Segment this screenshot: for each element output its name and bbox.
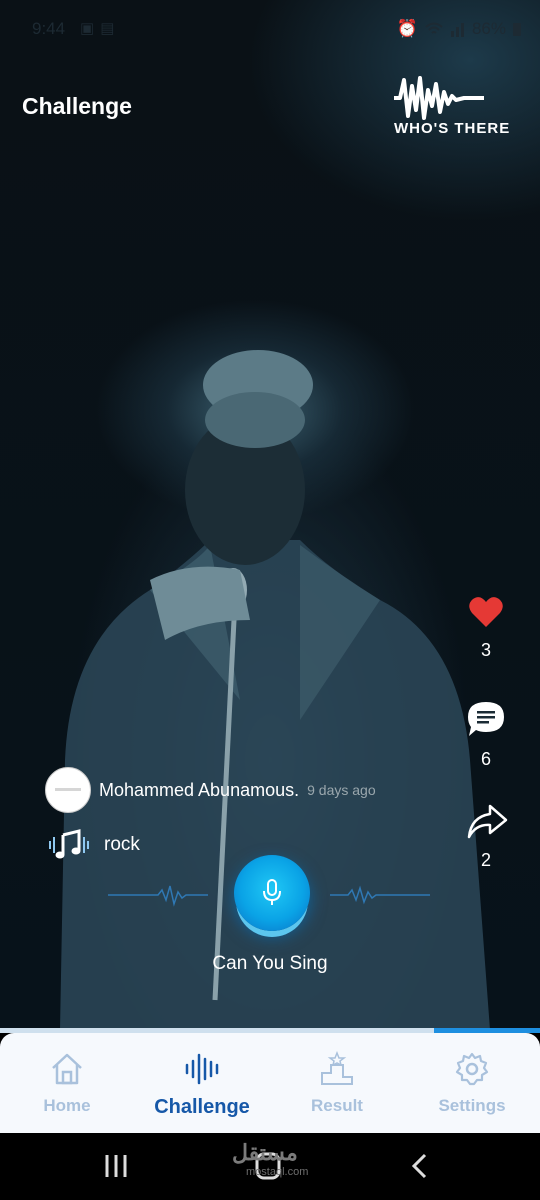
music-note-icon bbox=[49, 829, 89, 859]
podium-icon bbox=[321, 1050, 353, 1085]
record-button[interactable] bbox=[234, 855, 310, 931]
mic-caption: Can You Sing bbox=[212, 953, 328, 974]
nav-challenge-label: Challenge bbox=[154, 1096, 250, 1118]
nav-settings[interactable]: Settings bbox=[412, 1051, 532, 1116]
back-icon[interactable] bbox=[408, 1152, 430, 1180]
page-title: Challenge bbox=[22, 93, 132, 119]
share-icon[interactable] bbox=[466, 803, 508, 839]
share-count: 2 bbox=[480, 850, 491, 870]
soundwave-icon bbox=[185, 1053, 219, 1085]
image-icon: ▣ bbox=[80, 20, 101, 37]
heart-icon[interactable] bbox=[468, 595, 504, 629]
logo-soundwave-icon bbox=[394, 76, 484, 120]
soundwave-right bbox=[330, 885, 430, 905]
comment-count: 6 bbox=[480, 749, 491, 769]
watermark-sub: mostaql.com bbox=[246, 1166, 309, 1178]
author-name[interactable]: Mohammed Abunamous. bbox=[99, 780, 299, 801]
avatar[interactable] bbox=[45, 767, 91, 813]
genre-row: rock bbox=[48, 825, 140, 865]
genre-label: rock bbox=[104, 834, 140, 855]
comment-action[interactable]: 6 bbox=[466, 700, 506, 770]
alarm-icon: ⏰ bbox=[396, 19, 418, 38]
notification-icons: ▣▤ bbox=[80, 19, 120, 37]
battery-icon bbox=[513, 23, 521, 36]
home-icon bbox=[52, 1053, 82, 1085]
recent-apps-icon[interactable] bbox=[103, 1153, 129, 1179]
app-logo: WHO'S THERE bbox=[394, 76, 514, 140]
signal-icon bbox=[450, 23, 464, 37]
microphone-icon bbox=[263, 879, 281, 905]
soundwave-left bbox=[108, 885, 208, 907]
nav-home-label: Home bbox=[43, 1096, 91, 1115]
comment-icon[interactable] bbox=[466, 700, 506, 738]
gmail-icon: ▤ bbox=[100, 20, 121, 37]
status-time: 9:44 bbox=[32, 19, 66, 38]
post-time: 9 days ago bbox=[307, 782, 376, 798]
gear-icon bbox=[455, 1052, 489, 1086]
like-count: 3 bbox=[480, 640, 491, 660]
wifi-icon bbox=[425, 22, 443, 34]
avatar-image bbox=[55, 788, 81, 791]
nav-result[interactable]: Result bbox=[277, 1050, 397, 1116]
nav-result-label: Result bbox=[311, 1096, 363, 1115]
status-right: ⏰ 86% bbox=[397, 19, 522, 39]
nav-settings-label: Settings bbox=[438, 1096, 506, 1115]
logo-text: WHO'S THERE bbox=[394, 120, 511, 137]
nav-home[interactable]: Home bbox=[7, 1051, 127, 1116]
nav-challenge[interactable]: Challenge bbox=[142, 1051, 262, 1119]
share-action[interactable]: 2 bbox=[466, 803, 508, 871]
like-action[interactable]: 3 bbox=[466, 595, 506, 661]
watermark: مستقل bbox=[232, 1140, 298, 1165]
post-author[interactable]: Mohammed Abunamous. 9 days ago bbox=[45, 767, 376, 813]
battery-percent: 86% bbox=[471, 19, 506, 38]
bottom-nav: Home Challenge Result Settings bbox=[0, 1033, 540, 1133]
status-bar: 9:44 ▣▤ ⏰ 86% bbox=[0, 0, 540, 58]
